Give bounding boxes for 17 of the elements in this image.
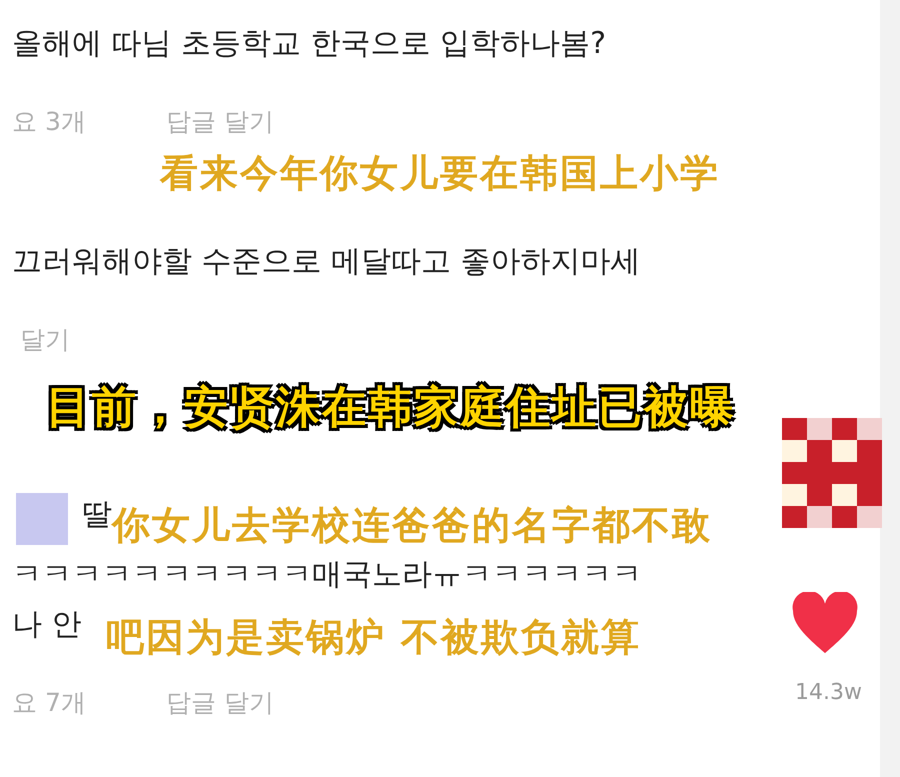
comment-text: 올해에 따님 초등학교 한국으로 입학하나봄? (12, 25, 606, 63)
comment-text: 나 안 (12, 606, 82, 644)
comment-text: 끄러워해야할 수준으로 메달따고 좋아하지마세 (12, 243, 641, 281)
like-count[interactable]: 요 3개 (12, 104, 86, 140)
like-count[interactable]: 요 7개 (12, 685, 86, 721)
comment-author: 딸 (82, 496, 112, 532)
subtitle-caption: 吧因为是卖锅炉 不被欺负就算 (106, 614, 642, 661)
comment-text: ㅋㅋㅋㅋㅋㅋㅋㅋㅋㅋ매국노라ㅠㅋㅋㅋㅋㅋㅋ (12, 556, 642, 594)
subtitle-caption: 你女儿去学校连爸爸的名字都不敢 (112, 503, 712, 549)
subtitle-caption: 目前，安贤洙在韩家庭住址已被曝 (46, 381, 736, 435)
reply-link[interactable]: 답글 달기 (166, 104, 274, 140)
reply-link[interactable]: 달기 (20, 322, 70, 358)
heart-icon[interactable] (790, 592, 860, 656)
reply-link[interactable]: 답글 달기 (166, 685, 274, 721)
subtitle-caption: 看来今年你女儿要在韩国上小学 (160, 150, 720, 197)
view-count: 14.3w (795, 680, 862, 705)
avatar (16, 493, 68, 545)
